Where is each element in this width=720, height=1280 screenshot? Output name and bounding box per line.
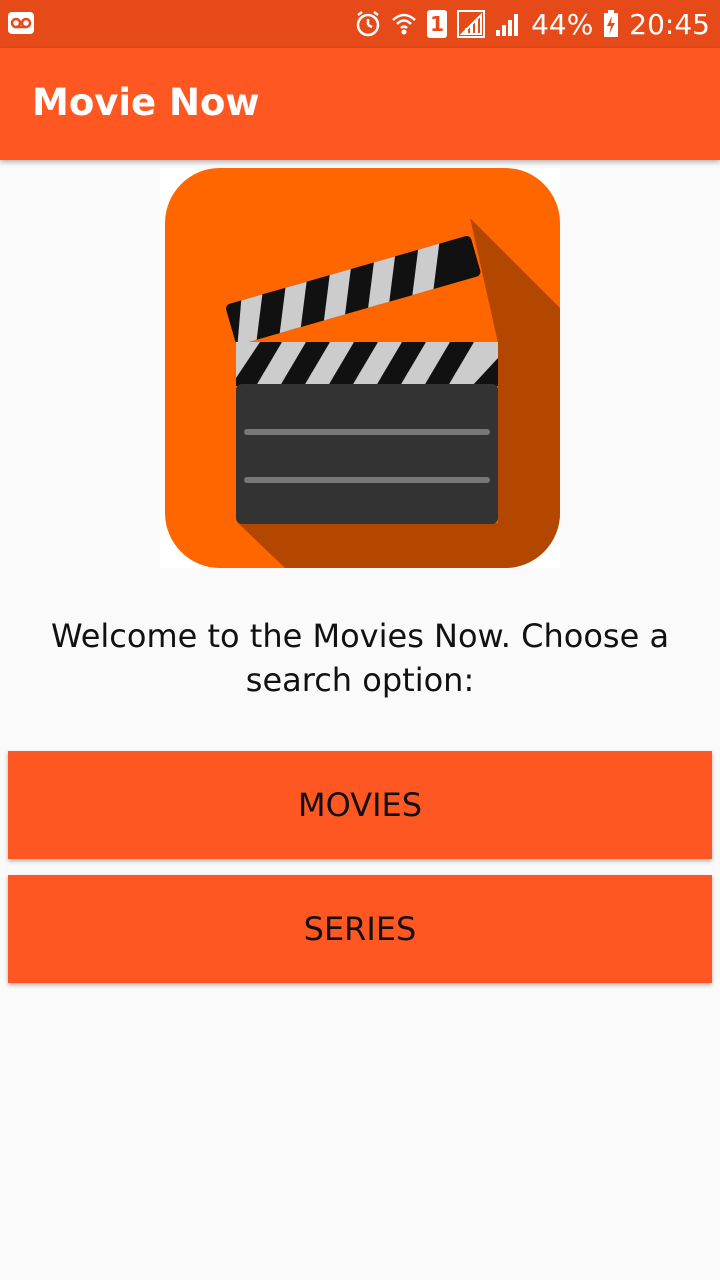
wifi-icon [391,10,417,38]
clock: 20:45 [629,7,710,41]
status-bar: 1 44% 20:45 [0,0,720,48]
voicemail-icon [8,12,34,38]
battery-percent: 44% [531,7,594,41]
clapperboard-icon [160,168,560,568]
series-button[interactable]: SERIES [8,875,712,983]
welcome-text: Welcome to the Movies Now. Choose a sear… [50,617,670,699]
alarm-icon [355,10,381,38]
signal-icon [495,10,521,38]
signal-icon [457,10,486,38]
app-title: Movie Now [32,81,260,124]
movies-button[interactable]: MOVIES [8,751,712,859]
app-bar: Movie Now [0,48,720,160]
sim-1-icon: 1 [427,10,448,38]
battery-charging-icon [603,10,619,38]
